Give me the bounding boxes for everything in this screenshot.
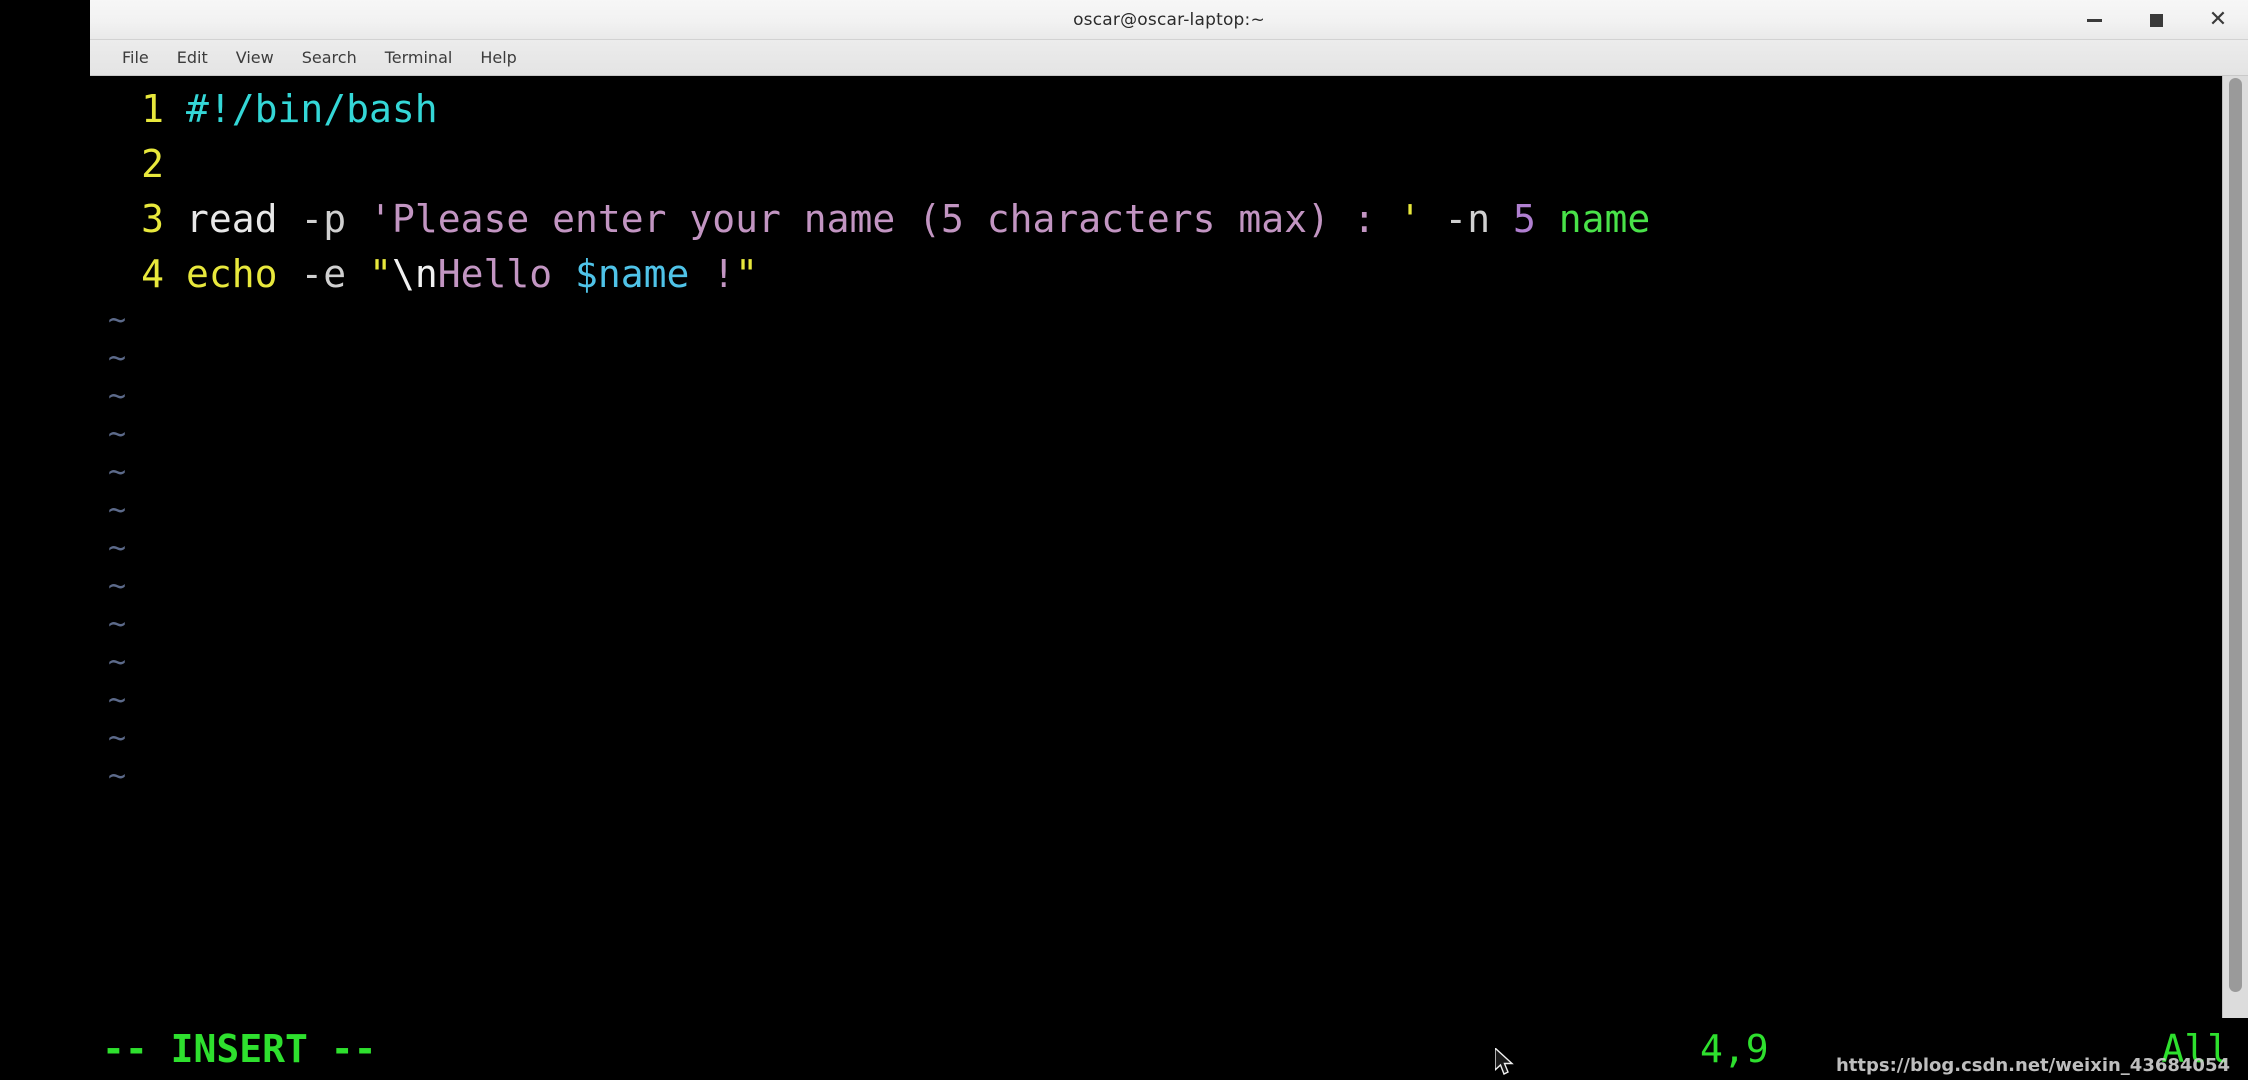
code-token: name: [1558, 197, 1651, 241]
empty-line-marker: ~: [108, 455, 127, 490]
code-token: 5: [1513, 197, 1536, 241]
code-token: read: [186, 197, 278, 241]
status-mode-indicator: -- INSERT --: [102, 1027, 377, 1071]
menu-item-terminal[interactable]: Terminal: [371, 44, 467, 71]
empty-line-marker: ~: [108, 645, 127, 680]
code-token: ": [369, 252, 392, 296]
empty-line-marker: ~: [108, 417, 127, 452]
empty-line-marker: ~: [108, 493, 127, 528]
maximize-icon: [2149, 13, 2163, 27]
empty-line-marker: ~: [108, 721, 127, 756]
close-button[interactable]: ✕: [2206, 8, 2230, 32]
code-token: $name: [575, 252, 690, 296]
title-bar[interactable]: oscar@oscar-laptop:~ ✕: [90, 0, 2248, 40]
status-cursor-position: 4,9: [1700, 1027, 1769, 1071]
editor-line[interactable]: 2: [90, 137, 2222, 192]
vim-status-bar: -- INSERT -- 4,9 All https://blog.csdn.n…: [90, 1018, 2248, 1080]
minimize-icon: [2086, 18, 2102, 22]
menu-bar: File Edit View Search Terminal Help: [90, 40, 2248, 76]
code-token: #!/bin/bash: [186, 87, 438, 131]
line-content: read -p 'Please enter your name (5 chara…: [186, 197, 1650, 241]
maximize-button[interactable]: [2144, 8, 2168, 32]
menu-item-edit[interactable]: Edit: [163, 44, 222, 71]
editor-line[interactable]: 3 read -p 'Please enter your name (5 char…: [90, 192, 2222, 247]
empty-line-marker: ~: [108, 303, 127, 338]
code-token: \n: [391, 252, 438, 296]
line-number: 2: [141, 142, 164, 186]
window-title: oscar@oscar-laptop:~: [1073, 9, 1265, 30]
empty-line-marker: ~: [108, 759, 127, 794]
code-token: !: [712, 252, 736, 296]
menu-item-search[interactable]: Search: [288, 44, 371, 71]
empty-line-marker: ~: [108, 531, 127, 566]
empty-line-marker: ~: [108, 341, 127, 376]
scrollbar-thumb[interactable]: [2229, 78, 2242, 992]
code-token: -p: [300, 197, 347, 241]
empty-line-marker: ~: [108, 607, 127, 642]
code-token: echo: [186, 252, 278, 296]
code-token: 'Please enter your name (5 characters ma…: [369, 197, 1399, 241]
terminal-window: oscar@oscar-laptop:~ ✕ File Edit View Searc…: [90, 0, 2248, 1080]
line-content: #!/bin/bash: [186, 87, 438, 131]
line-number: 4: [141, 252, 164, 296]
code-token: ': [1398, 197, 1422, 241]
terminal-screen[interactable]: 1 #!/bin/bash 2 3 read -p 'Please enter your…: [90, 76, 2222, 1018]
menu-item-view[interactable]: View: [222, 44, 288, 71]
empty-line-marker: ~: [108, 379, 127, 414]
empty-line-marker: ~: [108, 683, 127, 718]
code-token: -e: [300, 252, 347, 296]
screen: oscar@oscar-laptop:~ ✕ File Edit View Searc…: [0, 0, 2248, 1080]
line-content: echo -e "\nHello $name !": [186, 252, 758, 296]
minimize-button[interactable]: [2082, 8, 2106, 32]
menu-item-help[interactable]: Help: [466, 44, 530, 71]
menu-item-file[interactable]: File: [108, 44, 163, 71]
code-token: Hello: [437, 252, 575, 296]
line-number: 1: [141, 87, 164, 131]
editor-line[interactable]: 4 echo -e "\nHello $name !": [90, 247, 2222, 302]
vertical-scrollbar[interactable]: [2222, 76, 2248, 1018]
status-scroll-indicator: All: [2161, 1027, 2230, 1071]
empty-line-marker: ~: [108, 569, 127, 604]
editor-line[interactable]: 1 #!/bin/bash: [90, 82, 2222, 137]
terminal-area: 1 #!/bin/bash 2 3 read -p 'Please enter your…: [90, 76, 2248, 1018]
close-icon: ✕: [2208, 7, 2228, 32]
code-token: ": [735, 252, 759, 296]
line-number: 3: [141, 197, 164, 241]
window-controls: ✕: [2082, 0, 2230, 40]
code-token: -n: [1444, 197, 1491, 241]
